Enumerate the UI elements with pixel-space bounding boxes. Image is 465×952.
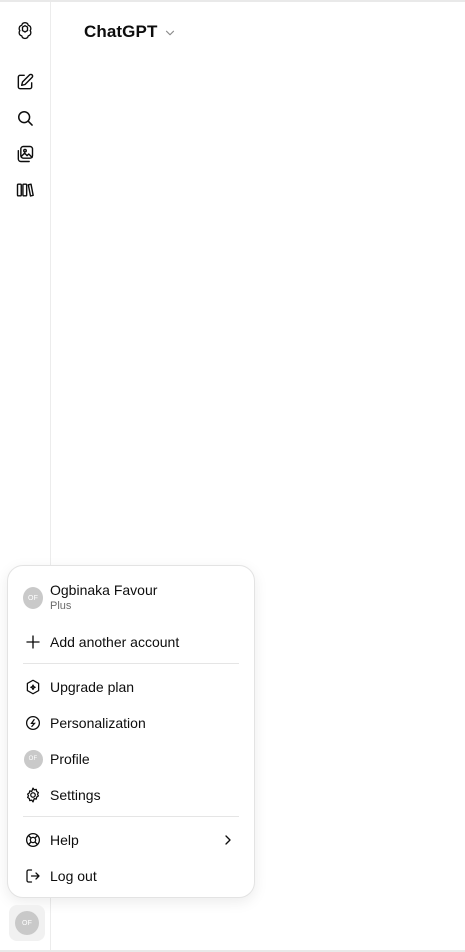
menu-item-label: Help	[50, 832, 79, 848]
menu-item-label: Log out	[50, 868, 97, 884]
menu-item-settings[interactable]: Settings	[16, 778, 246, 812]
personalization-icon	[23, 713, 43, 733]
chatgpt-logo-icon[interactable]	[9, 14, 41, 46]
logout-icon	[23, 866, 43, 886]
menu-item-label: Settings	[50, 787, 101, 803]
new-chat-icon[interactable]	[9, 66, 41, 98]
menu-item-profile[interactable]: OF Profile	[16, 742, 246, 776]
menu-item-upgrade-plan[interactable]: Upgrade plan	[16, 670, 246, 704]
plus-icon	[23, 632, 43, 652]
gear-icon	[23, 785, 43, 805]
account-plan: Plus	[50, 600, 72, 612]
avatar-initials: OF	[23, 749, 43, 769]
chevron-right-icon	[225, 835, 231, 845]
account-menu: OF Ogbinaka Favour Plus Add another acco…	[7, 565, 255, 898]
app-window: ChatGPT OF Ogbinaka Favour Plus Add anot…	[0, 0, 465, 952]
avatar: OF	[15, 911, 39, 935]
model-title: ChatGPT	[84, 22, 158, 41]
images-icon[interactable]	[9, 138, 41, 170]
model-selector[interactable]: ChatGPT	[84, 18, 177, 46]
menu-item-label: Personalization	[50, 715, 146, 731]
menu-item-label: Profile	[50, 751, 90, 767]
menu-item-label: Upgrade plan	[50, 679, 135, 695]
search-icon[interactable]	[9, 102, 41, 134]
menu-item-personalization[interactable]: Personalization	[16, 706, 246, 740]
library-icon[interactable]	[9, 174, 41, 206]
menu-item-log-out[interactable]: Log out	[16, 859, 246, 893]
add-account-button[interactable]: Add another account	[16, 625, 246, 659]
menu-divider	[23, 816, 239, 817]
chevron-down-icon	[166, 30, 175, 35]
add-account-label: Add another account	[50, 634, 180, 650]
avatar-initials: OF	[23, 587, 43, 609]
current-account: OF Ogbinaka Favour Plus	[16, 578, 246, 618]
account-name: Ogbinaka Favour	[50, 582, 158, 598]
help-lifebuoy-icon	[23, 830, 43, 850]
user-avatar-button[interactable]: OF	[9, 905, 45, 941]
menu-divider	[23, 663, 239, 664]
profile-avatar: OF	[23, 749, 43, 769]
menu-item-help[interactable]: Help	[16, 823, 246, 857]
upgrade-icon	[23, 677, 43, 697]
account-avatar: OF	[23, 587, 43, 609]
